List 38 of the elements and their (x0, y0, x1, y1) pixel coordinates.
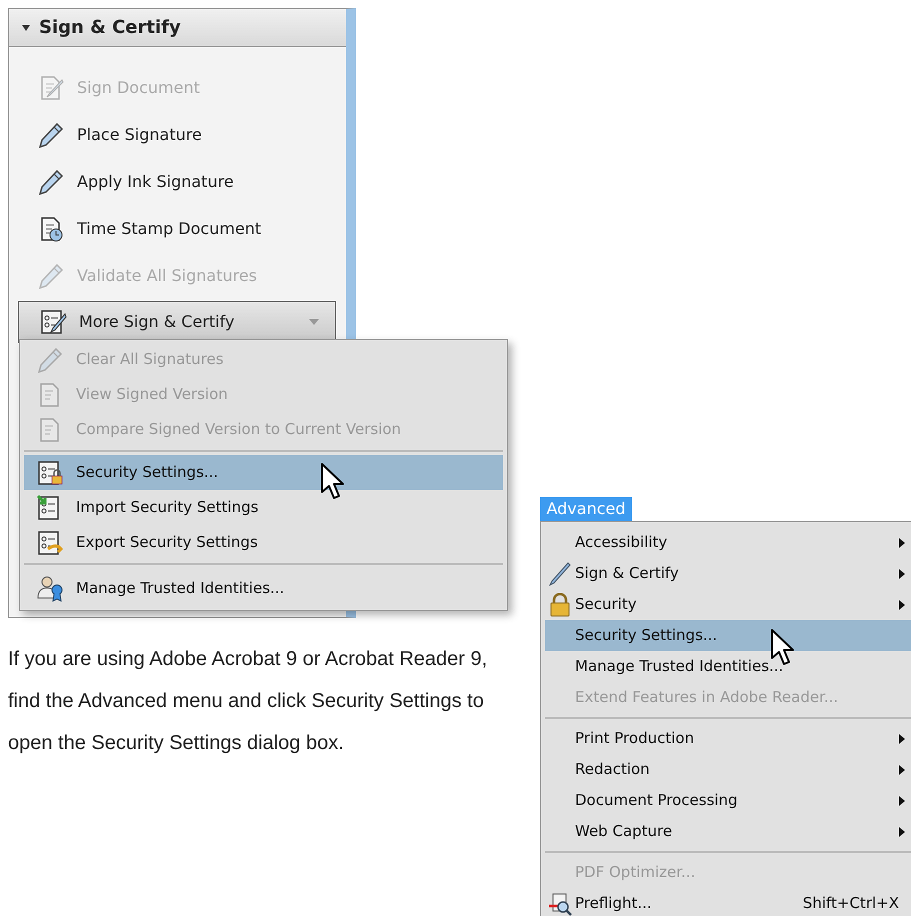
submenu-arrow-icon (899, 796, 905, 806)
instructions-text: If you are using Adobe Acrobat 9 or Acrobat Reader 9, find the Advanced menu and click Security Settings to open the Security Settings dialog box. (8, 647, 488, 756)
menu-item[interactable]: Manage Trusted Identities... (545, 651, 911, 682)
menu-item[interactable]: Manage Trusted Identities... (24, 568, 503, 608)
menu-item[interactable]: Export Security Settings (24, 525, 503, 560)
collapse-triangle-icon (21, 22, 31, 32)
pane-title: Sign & Certify (39, 16, 181, 40)
menu-item[interactable]: Accessibility (545, 527, 911, 558)
submenu-arrow-icon (899, 764, 905, 774)
preflight-icon (548, 892, 572, 916)
menu-item[interactable]: Import Security Settings (24, 490, 503, 525)
pane-item[interactable]: Time Stamp Document (9, 205, 346, 252)
menu-item[interactable]: Document Processing (545, 785, 911, 816)
list-lock-icon (36, 458, 64, 486)
pen-icon (37, 120, 65, 148)
submenu-arrow-icon (899, 538, 905, 548)
submenu-arrow-icon (899, 734, 905, 744)
padlock-icon (549, 592, 571, 616)
menu-item[interactable]: Preflight... Shift+Ctrl+X (545, 888, 911, 916)
menu-item[interactable]: Web Capture (545, 816, 911, 847)
submenu-arrow-icon (899, 568, 905, 578)
pane-header[interactable]: Sign & Certify (9, 9, 346, 47)
submenu-arrow-icon (899, 600, 905, 610)
cursor-icon (320, 462, 346, 500)
more-sign-certify-button[interactable]: More Sign & Certify (18, 301, 336, 343)
menu-item[interactable]: Sign & Certify (545, 558, 911, 589)
menu-item[interactable]: Security (545, 589, 911, 620)
person-ribbon-icon (36, 574, 64, 602)
pen-icon (549, 562, 571, 586)
pane-item[interactable]: Place Signature (9, 111, 346, 158)
menu-item[interactable]: Print Production (545, 723, 911, 754)
list-pen-icon (39, 308, 67, 336)
menu-item[interactable]: Redaction (545, 754, 911, 785)
pane-item[interactable]: Apply Ink Signature (9, 158, 346, 205)
submenu-arrow-icon (899, 826, 905, 836)
dropdown-caret-icon (309, 319, 319, 325)
shortcut-text: Shift+Ctrl+X (802, 893, 899, 914)
list-export-icon (36, 528, 64, 556)
